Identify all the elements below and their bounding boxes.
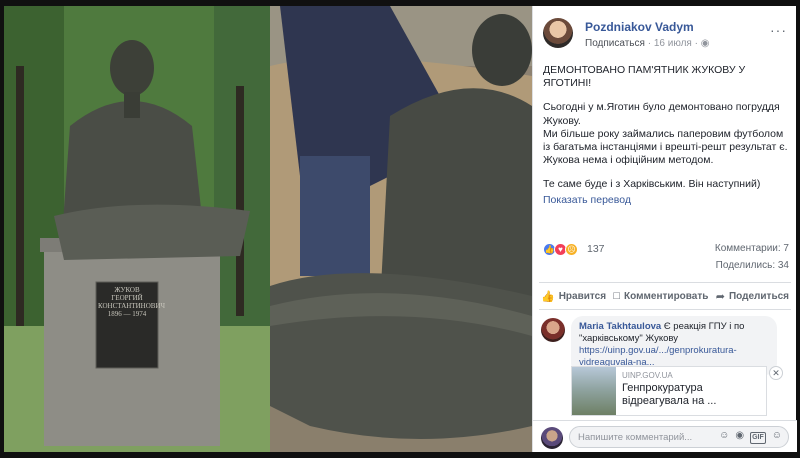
dismantled-illustration: [270, 6, 532, 452]
comment-input-wrapper: ☺ ◉ GIF ☺: [569, 426, 789, 448]
gif-icon[interactable]: GIF: [750, 432, 766, 444]
statue-photo[interactable]: ЖУКОВ ГЕОРГИЙ КОНСТАНТИНОВИЧ 1896 — 1974: [4, 6, 270, 452]
author-avatar[interactable]: [543, 18, 573, 48]
comment-composer: ☺ ◉ GIF ☺: [533, 420, 797, 452]
link-preview-image: [572, 367, 616, 415]
plaque-line1: ЖУКОВ: [114, 286, 140, 294]
reaction-icons[interactable]: 👍 ♥ ☹: [543, 243, 578, 256]
meta-dot: ·: [647, 38, 652, 49]
show-translation-link[interactable]: Показать перевод: [543, 194, 789, 207]
post-paragraph-3: Те саме буде і з Харківським. Він наступ…: [543, 178, 761, 191]
comments-count[interactable]: Комментарии: 7: [715, 243, 789, 254]
screenshot-frame: ЖУКОВ ГЕОРГИЙ КОНСТАНТИНОВИЧ 1896 — 1974: [0, 0, 800, 458]
plaque-line2: ГЕОРГИЙ: [111, 294, 143, 302]
commenter-name[interactable]: Maria Takhtaulova: [579, 321, 661, 332]
post-panel: Pozdniakov Vadym Подписаться · 16 июля ·…: [532, 6, 797, 452]
post-paragraph-1: ДЕМОНТОВАНО ПАМ'ЯТНИК ЖУКОВУ У ЯГОТИНІ!: [543, 64, 746, 90]
plaque-line3: КОНСТАНТИНОВИЧ: [98, 302, 166, 310]
thumbs-up-icon: 👍: [541, 290, 555, 303]
comment-button[interactable]: □ Комментировать: [613, 290, 708, 302]
angry-reaction-icon: ☹: [565, 243, 578, 256]
share-button[interactable]: ➦ Поделиться: [716, 290, 789, 303]
action-bar: 👍 Нравится □ Комментировать ➦ Поделиться: [539, 282, 791, 310]
like-label: Нравится: [558, 290, 607, 302]
comment-label: Комментировать: [624, 290, 709, 302]
comment-link[interactable]: https://uinp.gov.ua/.../genprokuratura-v…: [579, 345, 737, 368]
close-icon[interactable]: ✕: [769, 366, 783, 380]
share-icon: ➦: [715, 290, 725, 303]
composer-icons: ☺ ◉ GIF ☺: [719, 430, 782, 444]
author-name[interactable]: Pozdniakov Vadym: [585, 20, 694, 34]
post-body: ДЕМОНТОВАНО ПАМ'ЯТНИК ЖУКОВУ У ЯГОТИНІ! …: [543, 64, 789, 207]
comment-input[interactable]: [578, 430, 698, 445]
camera-icon[interactable]: ◉: [735, 430, 744, 444]
post-header: Pozdniakov Vadym Подписаться · 16 июля ·…: [543, 16, 787, 56]
post-paragraph-2: Сьогодні у м.Яготин було демонтовано пог…: [543, 101, 788, 167]
link-preview-domain: UINP.GOV.UA: [622, 371, 673, 380]
follow-link[interactable]: Подписаться: [585, 38, 645, 49]
share-label: Поделиться: [728, 290, 789, 302]
plaque-text: ЖУКОВ ГЕОРГИЙ КОНСТАНТИНОВИЧ 1896 — 1974: [98, 286, 166, 318]
plaque-line4: 1896 — 1974: [107, 310, 147, 318]
like-button[interactable]: 👍 Нравится: [541, 290, 606, 303]
post-date[interactable]: 16 июля: [654, 38, 692, 49]
reaction-count[interactable]: 137: [587, 243, 605, 255]
commenter-avatar[interactable]: [541, 318, 565, 342]
sticker-icon[interactable]: ☺: [772, 430, 782, 444]
shares-count[interactable]: Поделились: 34: [716, 260, 789, 271]
more-options-icon[interactable]: ···: [770, 22, 787, 38]
my-avatar: [541, 427, 563, 449]
meta-dot-2: ·: [694, 38, 698, 49]
reactions-bar: 👍 ♥ ☹ 137 Комментарии: 7 Поделились: 34: [543, 241, 789, 277]
comment-item: Maria Takhtaulova Є реакція ГПУ і по "ха…: [541, 316, 791, 416]
link-preview-title: Генпрокуратура відреагувала на ...: [622, 382, 717, 407]
statue-illustration: [4, 6, 270, 452]
emoji-icon[interactable]: ☺: [719, 430, 729, 444]
link-preview-card[interactable]: UINP.GOV.UA Генпрокуратура відреагувала …: [571, 366, 767, 416]
globe-icon: ◉: [700, 38, 710, 49]
comment-icon: □: [613, 290, 621, 302]
dismantled-statue-photo[interactable]: [270, 6, 532, 452]
post-meta: Подписаться · 16 июля · ◉: [585, 38, 710, 49]
